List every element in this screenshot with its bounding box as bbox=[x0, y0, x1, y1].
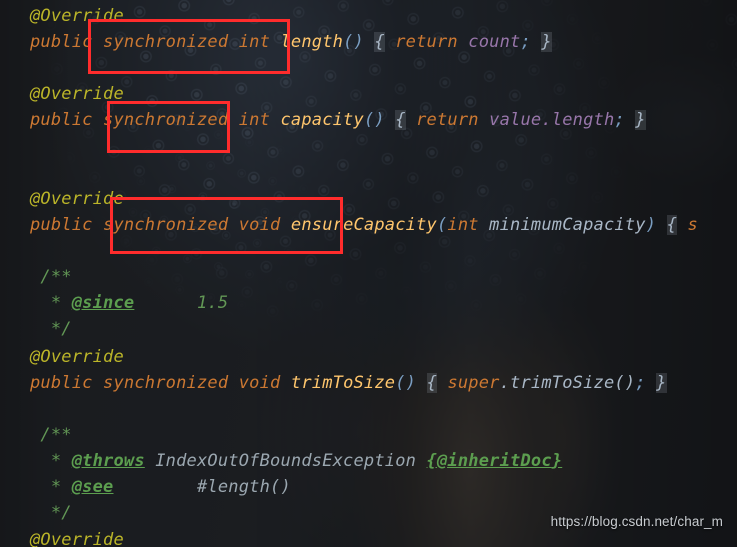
code-token: capacity bbox=[280, 110, 364, 130]
code-token: trimToSize bbox=[290, 373, 396, 393]
code-token: */ bbox=[30, 319, 72, 339]
code-token: value.length bbox=[489, 110, 615, 130]
code-token: { bbox=[395, 110, 406, 130]
code-line[interactable]: * @see #length() bbox=[30, 475, 291, 499]
code-token: synchronized bbox=[103, 32, 239, 52]
code-token: ; bbox=[635, 373, 646, 393]
code-token: @since bbox=[71, 293, 135, 313]
code-line[interactable]: @Override bbox=[30, 528, 124, 547]
code-line[interactable]: /** bbox=[30, 265, 72, 289]
code-token: ) bbox=[645, 215, 657, 235]
code-token: { bbox=[666, 215, 678, 235]
code-token: { bbox=[374, 32, 385, 52]
code-token: .trimToSize() bbox=[499, 373, 636, 393]
code-token: } bbox=[541, 32, 552, 52]
code-token: synchronized bbox=[103, 373, 239, 393]
code-token: @Override bbox=[30, 6, 124, 26]
code-token: ( bbox=[436, 215, 448, 235]
code-token: } bbox=[551, 451, 563, 471]
code-token: @throws bbox=[71, 451, 145, 471]
code-token: IndexOutOfBoundsException bbox=[155, 451, 417, 471]
code-token: @Override bbox=[30, 84, 124, 104]
code-token: 1.5 bbox=[134, 293, 229, 313]
code-token: void bbox=[238, 373, 281, 393]
code-area[interactable]: @Override public synchronized int length(… bbox=[0, 0, 737, 547]
code-token: public bbox=[30, 110, 104, 130]
code-token: { bbox=[426, 373, 437, 393]
code-token: return bbox=[416, 110, 479, 130]
code-token: @inheritDoc bbox=[436, 451, 552, 471]
code-token: @Override bbox=[30, 189, 124, 209]
code-token: length bbox=[280, 32, 344, 52]
code-token: () bbox=[343, 32, 364, 52]
code-token: super bbox=[447, 373, 500, 393]
code-line[interactable]: public synchronized int length() { retur… bbox=[30, 30, 552, 54]
code-token: return bbox=[395, 32, 458, 52]
code-line[interactable]: /** bbox=[30, 423, 72, 447]
code-token: () bbox=[363, 110, 385, 130]
code-token: count bbox=[468, 32, 521, 52]
code-token: { bbox=[426, 451, 437, 471]
code-line[interactable]: public synchronized void ensureCapacity(… bbox=[30, 213, 698, 237]
watermark-url: https://blog.csdn.net/char_m bbox=[550, 514, 723, 529]
code-token: void bbox=[238, 215, 281, 235]
code-editor-screenshot: @Override public synchronized int length(… bbox=[0, 0, 737, 547]
code-token: minimumCapacity bbox=[478, 215, 646, 235]
code-token: synchronized bbox=[103, 215, 239, 235]
code-token: public bbox=[30, 373, 104, 393]
code-line[interactable]: public synchronized void trimToSize() { … bbox=[30, 371, 667, 395]
code-token: } bbox=[656, 373, 667, 393]
code-token: ensureCapacity bbox=[290, 215, 437, 235]
code-token: public bbox=[30, 32, 104, 52]
code-line[interactable]: */ bbox=[30, 317, 72, 341]
code-token: s bbox=[677, 215, 698, 235]
code-line[interactable]: */ bbox=[30, 501, 72, 525]
code-line[interactable]: * @since 1.5 bbox=[30, 291, 228, 315]
code-token: * bbox=[30, 293, 72, 313]
code-line[interactable]: public synchronized int capacity() { ret… bbox=[30, 108, 646, 132]
code-token: /** bbox=[30, 267, 72, 287]
code-token: ; bbox=[614, 110, 625, 130]
code-token: int bbox=[238, 32, 271, 52]
code-token: @Override bbox=[30, 530, 124, 547]
code-token: int bbox=[447, 215, 479, 235]
code-line[interactable]: @Override bbox=[30, 82, 124, 106]
code-token: * bbox=[30, 451, 72, 471]
code-token: #length() bbox=[113, 477, 291, 497]
code-token: */ bbox=[30, 503, 72, 523]
code-token: @see bbox=[71, 477, 114, 497]
code-line[interactable]: * @throws IndexOutOfBoundsException {@in… bbox=[30, 449, 562, 473]
code-token: * bbox=[30, 477, 72, 497]
code-token: } bbox=[635, 110, 646, 130]
code-line[interactable]: @Override bbox=[30, 345, 124, 369]
code-line[interactable]: @Override bbox=[30, 4, 124, 28]
code-token: synchronized bbox=[103, 110, 239, 130]
code-token: /** bbox=[30, 425, 72, 445]
code-token: () bbox=[395, 373, 417, 393]
code-token: int bbox=[238, 110, 271, 130]
code-token: @Override bbox=[30, 347, 124, 367]
code-token: ; bbox=[520, 32, 531, 52]
code-token: public bbox=[30, 215, 104, 235]
code-line[interactable]: @Override bbox=[30, 187, 124, 211]
